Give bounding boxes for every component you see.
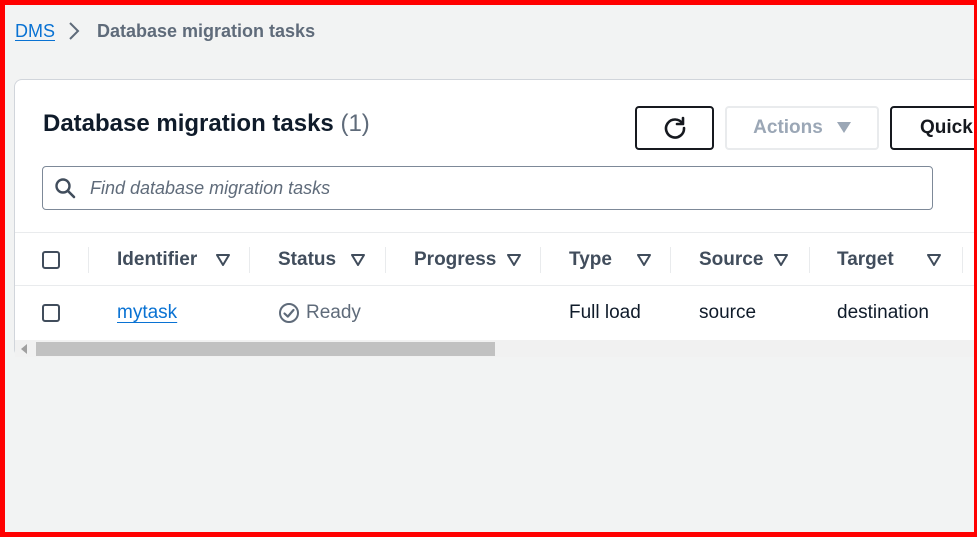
breadcrumb-current: Database migration tasks [97,20,316,41]
sort-caret-icon [927,253,941,266]
page-title: Database migration tasks (1) [43,110,370,138]
column-label: Progress [414,248,497,270]
sort-caret-icon [216,253,230,266]
target-text: destination [837,302,929,323]
horizontal-scrollbar[interactable] [15,340,974,357]
column-label: Source [699,248,764,270]
cell-status: Ready [278,286,361,340]
column-divider [88,247,89,273]
column-header-target[interactable]: Target [837,233,947,286]
table-header: Identifier Status Progress Type Source T… [15,232,974,286]
scroll-left-arrow-icon[interactable] [20,344,28,354]
tasks-panel: Database migration tasks (1) Actions Qui… [14,79,974,357]
actions-label: Actions [753,117,823,138]
column-label: Identifier [117,248,198,270]
column-divider [249,247,250,273]
table-row[interactable]: mytask Ready Full load source destinatio… [15,286,974,340]
refresh-icon [664,116,685,139]
column-header-status[interactable]: Status [278,233,388,286]
cell-target: destination [837,286,929,340]
caret-down-icon [836,122,851,133]
column-header-source[interactable]: Source [699,233,809,286]
cell-type: Full load [569,286,641,340]
quick-label: Quick [920,117,973,138]
source-text: source [699,302,757,323]
refresh-button[interactable] [635,106,714,150]
sort-caret-icon [637,253,651,266]
column-divider [962,247,963,273]
type-text: Full load [569,302,641,323]
cell-source: source [699,286,756,340]
column-divider [670,247,671,273]
quick-create-button[interactable]: Quick [890,106,974,150]
app-frame: DMS Database migration tasks Database mi… [0,0,977,537]
column-header-identifier[interactable]: Identifier [117,233,247,286]
breadcrumb-dms-link[interactable]: DMS [15,21,55,42]
column-header-progress[interactable]: Progress [414,233,544,286]
row-select-checkbox[interactable] [42,304,60,322]
sort-caret-icon [351,253,365,266]
scroll-thumb[interactable] [36,342,495,356]
column-label: Type [569,248,612,270]
search-input[interactable] [88,176,932,200]
task-identifier-link[interactable]: mytask [117,302,177,324]
search-bar [42,166,933,210]
check-circle-icon [279,303,299,323]
select-all-checkbox[interactable] [42,251,60,269]
chevron-right-icon [69,22,80,40]
column-label: Target [837,248,894,270]
column-divider [385,247,386,273]
actions-button[interactable]: Actions [725,106,879,150]
task-count: (1) [340,110,370,137]
sort-caret-icon [774,253,788,266]
panel-title-text: Database migration tasks [43,110,334,137]
column-divider [809,247,810,273]
cell-identifier: mytask [117,286,177,340]
status-text: Ready [306,302,361,323]
column-header-type[interactable]: Type [569,233,669,286]
breadcrumb: DMS Database migration tasks [15,20,315,42]
search-icon [55,178,76,199]
column-divider [540,247,541,273]
sort-caret-icon [507,253,521,266]
column-label: Status [278,248,337,270]
